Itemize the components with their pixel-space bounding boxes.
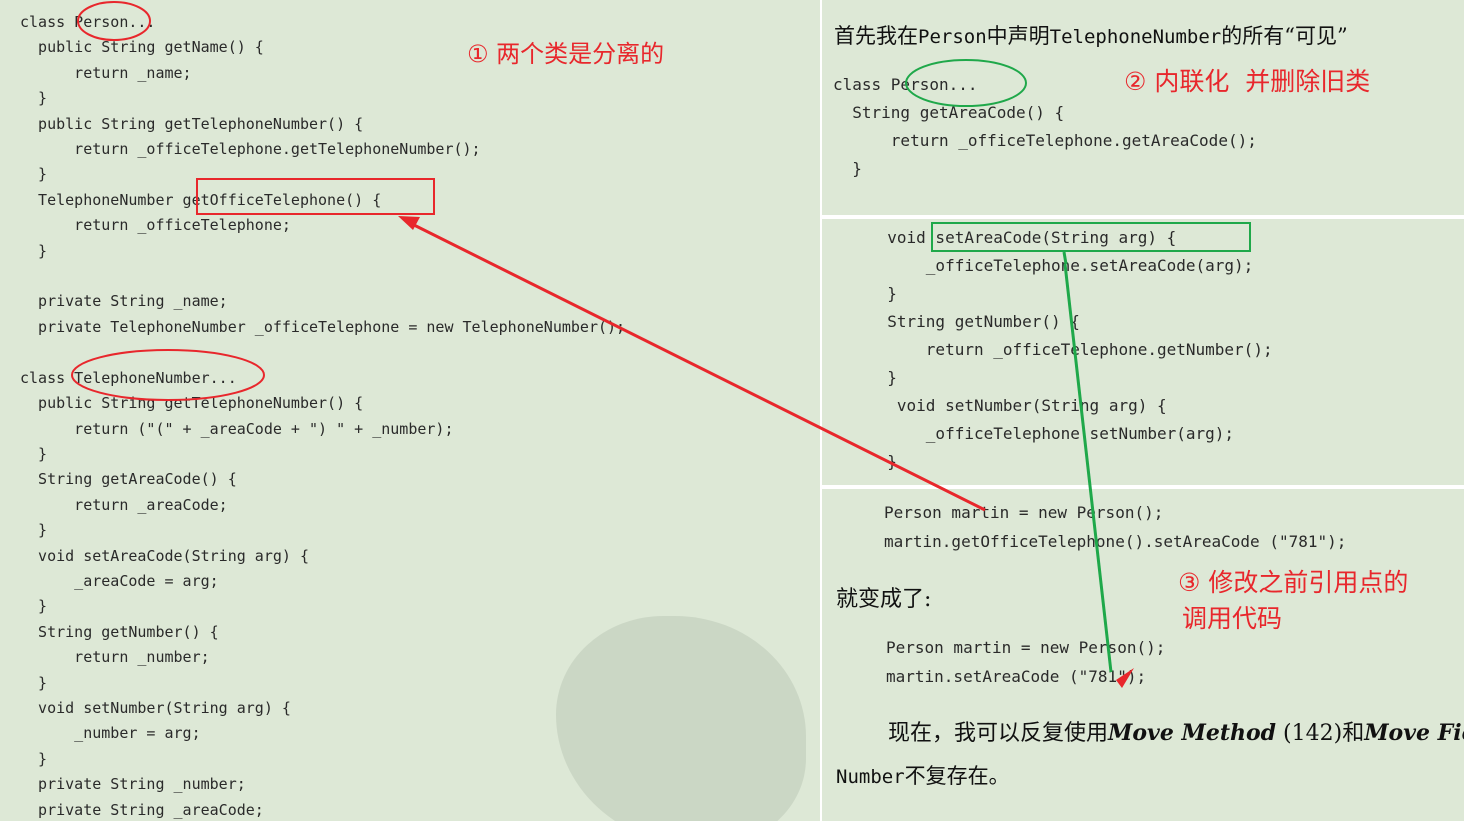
intro-text-1: 首先我在 bbox=[834, 24, 918, 48]
code-line: return _officeTelephone.getTelephoneNumb… bbox=[20, 140, 481, 159]
code-line: public String getTelephoneNumber() { bbox=[20, 114, 364, 133]
code-line: String getNumber() { bbox=[20, 622, 219, 641]
code-line: class Person... bbox=[20, 13, 156, 31]
code-line: void setNumber(String arg) { bbox=[868, 396, 1167, 415]
code-line: String getAreaCode() { bbox=[833, 103, 1065, 122]
code-line: } bbox=[20, 444, 48, 463]
code-line: } bbox=[20, 89, 48, 108]
para-text-3: 不复存在。 bbox=[904, 764, 1010, 788]
para-move-method: Move Method bbox=[1108, 720, 1277, 746]
intro-code-2: TelephoneNumber bbox=[1049, 26, 1222, 48]
client-change-panel: Person martin = new Person(); martin.getO… bbox=[822, 489, 1464, 821]
original-code-panel: class Person... public String getName() … bbox=[0, 0, 820, 821]
intro-text-2: 中声明 bbox=[986, 24, 1050, 48]
para-text-2: (142)和 bbox=[1276, 721, 1365, 746]
code-line: } bbox=[20, 673, 48, 692]
code-line: } bbox=[20, 597, 48, 616]
original-code-block: class Person... public String getName() … bbox=[20, 10, 625, 821]
code-line: _number = arg; bbox=[20, 724, 201, 743]
code-line: } bbox=[20, 521, 48, 540]
client-code-after: Person martin = new Person(); martin.setA… bbox=[886, 633, 1165, 691]
annotation-1: ① 两个类是分离的 bbox=[467, 40, 665, 68]
code-line: private String _areaCode; bbox=[20, 800, 264, 819]
code-line: TelephoneNumber getOfficeTelephone() { bbox=[20, 190, 382, 209]
code-line: return _officeTelephone.getNumber(); bbox=[868, 340, 1273, 359]
paragraph-line2: Number不复存在。 bbox=[836, 760, 1010, 790]
code-line: } bbox=[868, 284, 897, 303]
code-line: String getNumber() { bbox=[868, 312, 1080, 331]
code-line: private TelephoneNumber _officeTelephone… bbox=[20, 317, 626, 336]
para-move-field: Move Field bbox=[1364, 720, 1464, 746]
annotation-2: ② 内联化 并删除旧类 bbox=[1124, 67, 1371, 96]
intro-sentence: 首先我在Person中声明TelephoneNumber的所有“可见” bbox=[834, 20, 1348, 50]
code-line: martin.setAreaCode ("781"); bbox=[886, 667, 1147, 686]
code-line: } bbox=[868, 452, 897, 471]
code-line: public String getTelephoneNumber() { bbox=[20, 394, 364, 413]
client-code-before: Person martin = new Person(); martin.getO… bbox=[884, 498, 1346, 556]
code-line: } bbox=[20, 749, 48, 768]
code-line: return _number; bbox=[20, 648, 210, 667]
annotation-3: ③ 修改之前引用点的调用代码 bbox=[1178, 565, 1408, 637]
code-line: private String _number; bbox=[20, 775, 246, 794]
code-line: void setAreaCode(String arg) { bbox=[20, 546, 309, 565]
code-line: return _officeTelephone; bbox=[20, 216, 291, 235]
code-line: return _officeTelephone.getAreaCode(); bbox=[833, 131, 1257, 150]
code-line: private String _name; bbox=[20, 292, 228, 311]
code-line: _officeTelephone.setAreaCode(arg); bbox=[868, 256, 1254, 275]
code-line: Person martin = new Person(); bbox=[886, 638, 1166, 657]
intro-text-3: 的所有“可见” bbox=[1221, 24, 1348, 48]
code-line: String getAreaCode() { bbox=[20, 470, 237, 489]
para-code-number: Number bbox=[836, 766, 905, 788]
declare-delegates-panel: 首先我在Person中声明TelephoneNumber的所有“可见” clas… bbox=[822, 0, 1464, 215]
para-text-1: 现在，我可以反复使用 bbox=[888, 721, 1109, 746]
code-line: return _areaCode; bbox=[20, 495, 228, 514]
code-line: class TelephoneNumber... bbox=[20, 368, 237, 387]
code-line: _areaCode = arg; bbox=[20, 571, 219, 590]
code-line: martin.getOfficeTelephone().setAreaCode … bbox=[884, 532, 1347, 551]
code-line: } bbox=[20, 241, 48, 260]
annotation-3-line1: ③ 修改之前引用点的 bbox=[1178, 568, 1409, 597]
code-line: Person martin = new Person(); bbox=[884, 503, 1164, 522]
code-line: } bbox=[868, 368, 897, 387]
paragraph-line1: 现在，我可以反复使用Move Method (142)和Move Field bbox=[888, 715, 1464, 747]
code-line: _officeTelephone.setNumber(arg); bbox=[868, 424, 1235, 443]
delegate-methods-code: void setAreaCode(String arg) { _officeTe… bbox=[868, 224, 1273, 476]
code-line: } bbox=[20, 165, 48, 184]
code-line: return ("(" + _areaCode + ") " + _number… bbox=[20, 419, 454, 438]
code-line: void setAreaCode(String arg) { bbox=[868, 228, 1177, 247]
becomes-label: 就变成了: bbox=[836, 587, 932, 612]
intro-code-1: Person bbox=[918, 26, 987, 48]
code-line: } bbox=[833, 159, 862, 178]
annotation-3-line2: 调用代码 bbox=[1182, 604, 1283, 633]
code-line: void setNumber(String arg) { bbox=[20, 698, 291, 717]
delegate-methods-panel: void setAreaCode(String arg) { _officeTe… bbox=[822, 219, 1464, 485]
